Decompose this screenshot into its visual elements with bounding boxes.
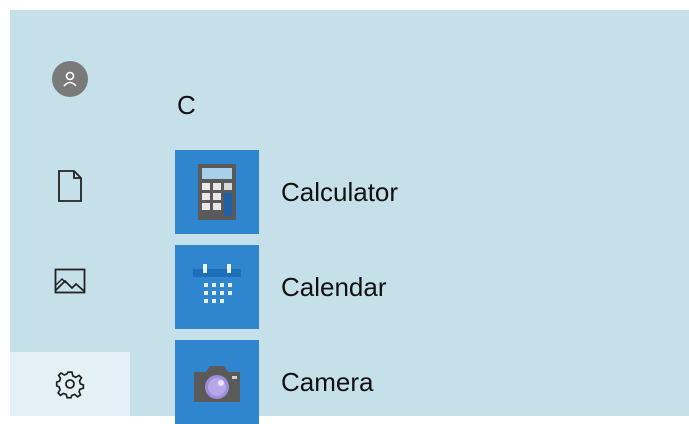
app-list-item-calendar[interactable]: Calendar bbox=[175, 245, 575, 329]
app-list-item-camera[interactable]: Camera bbox=[175, 340, 575, 424]
gear-icon bbox=[55, 371, 85, 399]
document-icon bbox=[58, 170, 82, 202]
settings-button[interactable] bbox=[10, 352, 130, 416]
app-label-calculator: Calculator bbox=[281, 176, 399, 207]
app-label-calendar: Calendar bbox=[281, 271, 387, 302]
user-avatar-icon bbox=[52, 61, 88, 97]
account-button[interactable] bbox=[10, 48, 130, 110]
calculator-icon bbox=[175, 150, 259, 234]
camera-icon bbox=[175, 340, 259, 424]
start-side-rail bbox=[10, 10, 130, 416]
calendar-icon bbox=[175, 245, 259, 329]
start-menu-panel: C Calculator Calendar Camera bbox=[10, 10, 689, 424]
app-group-header[interactable]: C bbox=[177, 90, 196, 121]
app-label-camera: Camera bbox=[281, 366, 374, 397]
documents-button[interactable] bbox=[10, 155, 130, 217]
pictures-icon bbox=[54, 268, 86, 294]
pictures-button[interactable] bbox=[10, 250, 130, 312]
app-list-item-calculator[interactable]: Calculator bbox=[175, 150, 575, 234]
